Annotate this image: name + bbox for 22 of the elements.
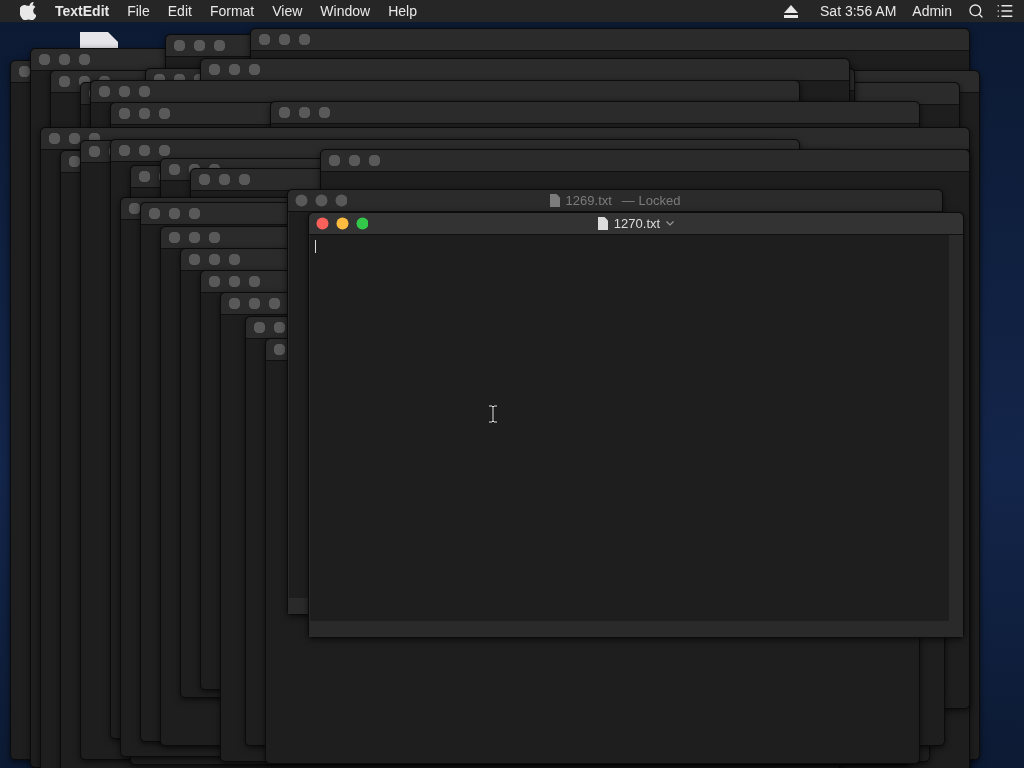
menu-item[interactable]: File	[118, 3, 159, 19]
document-icon	[549, 194, 560, 207]
menu-item[interactable]: Edit	[158, 3, 201, 19]
search-icon[interactable]	[968, 3, 984, 19]
app-menu[interactable]: TextEdit	[46, 3, 119, 19]
text-cursor	[315, 240, 316, 253]
lock-status: — Locked	[621, 193, 681, 208]
menu-item[interactable]: Window	[311, 3, 380, 19]
window-title: 1269.txt	[565, 193, 612, 208]
menu-icon[interactable]	[996, 2, 1014, 20]
text-cursor-pointer-icon	[488, 405, 498, 423]
eject-icon[interactable]	[784, 4, 799, 18]
clock[interactable]: Sat 3:56 AM	[812, 3, 905, 19]
menu-item[interactable]: View	[263, 3, 312, 19]
menu-item[interactable]: Format	[200, 3, 264, 19]
document-icon	[597, 217, 608, 230]
window-title: 1270.txt	[613, 216, 661, 231]
chevron-down-icon[interactable]	[666, 221, 675, 226]
menu-item[interactable]: Help	[379, 3, 426, 19]
user-menu[interactable]: Admin	[904, 3, 960, 19]
window-controls-icon[interactable]	[316, 217, 368, 230]
apple-icon[interactable]	[20, 2, 36, 20]
